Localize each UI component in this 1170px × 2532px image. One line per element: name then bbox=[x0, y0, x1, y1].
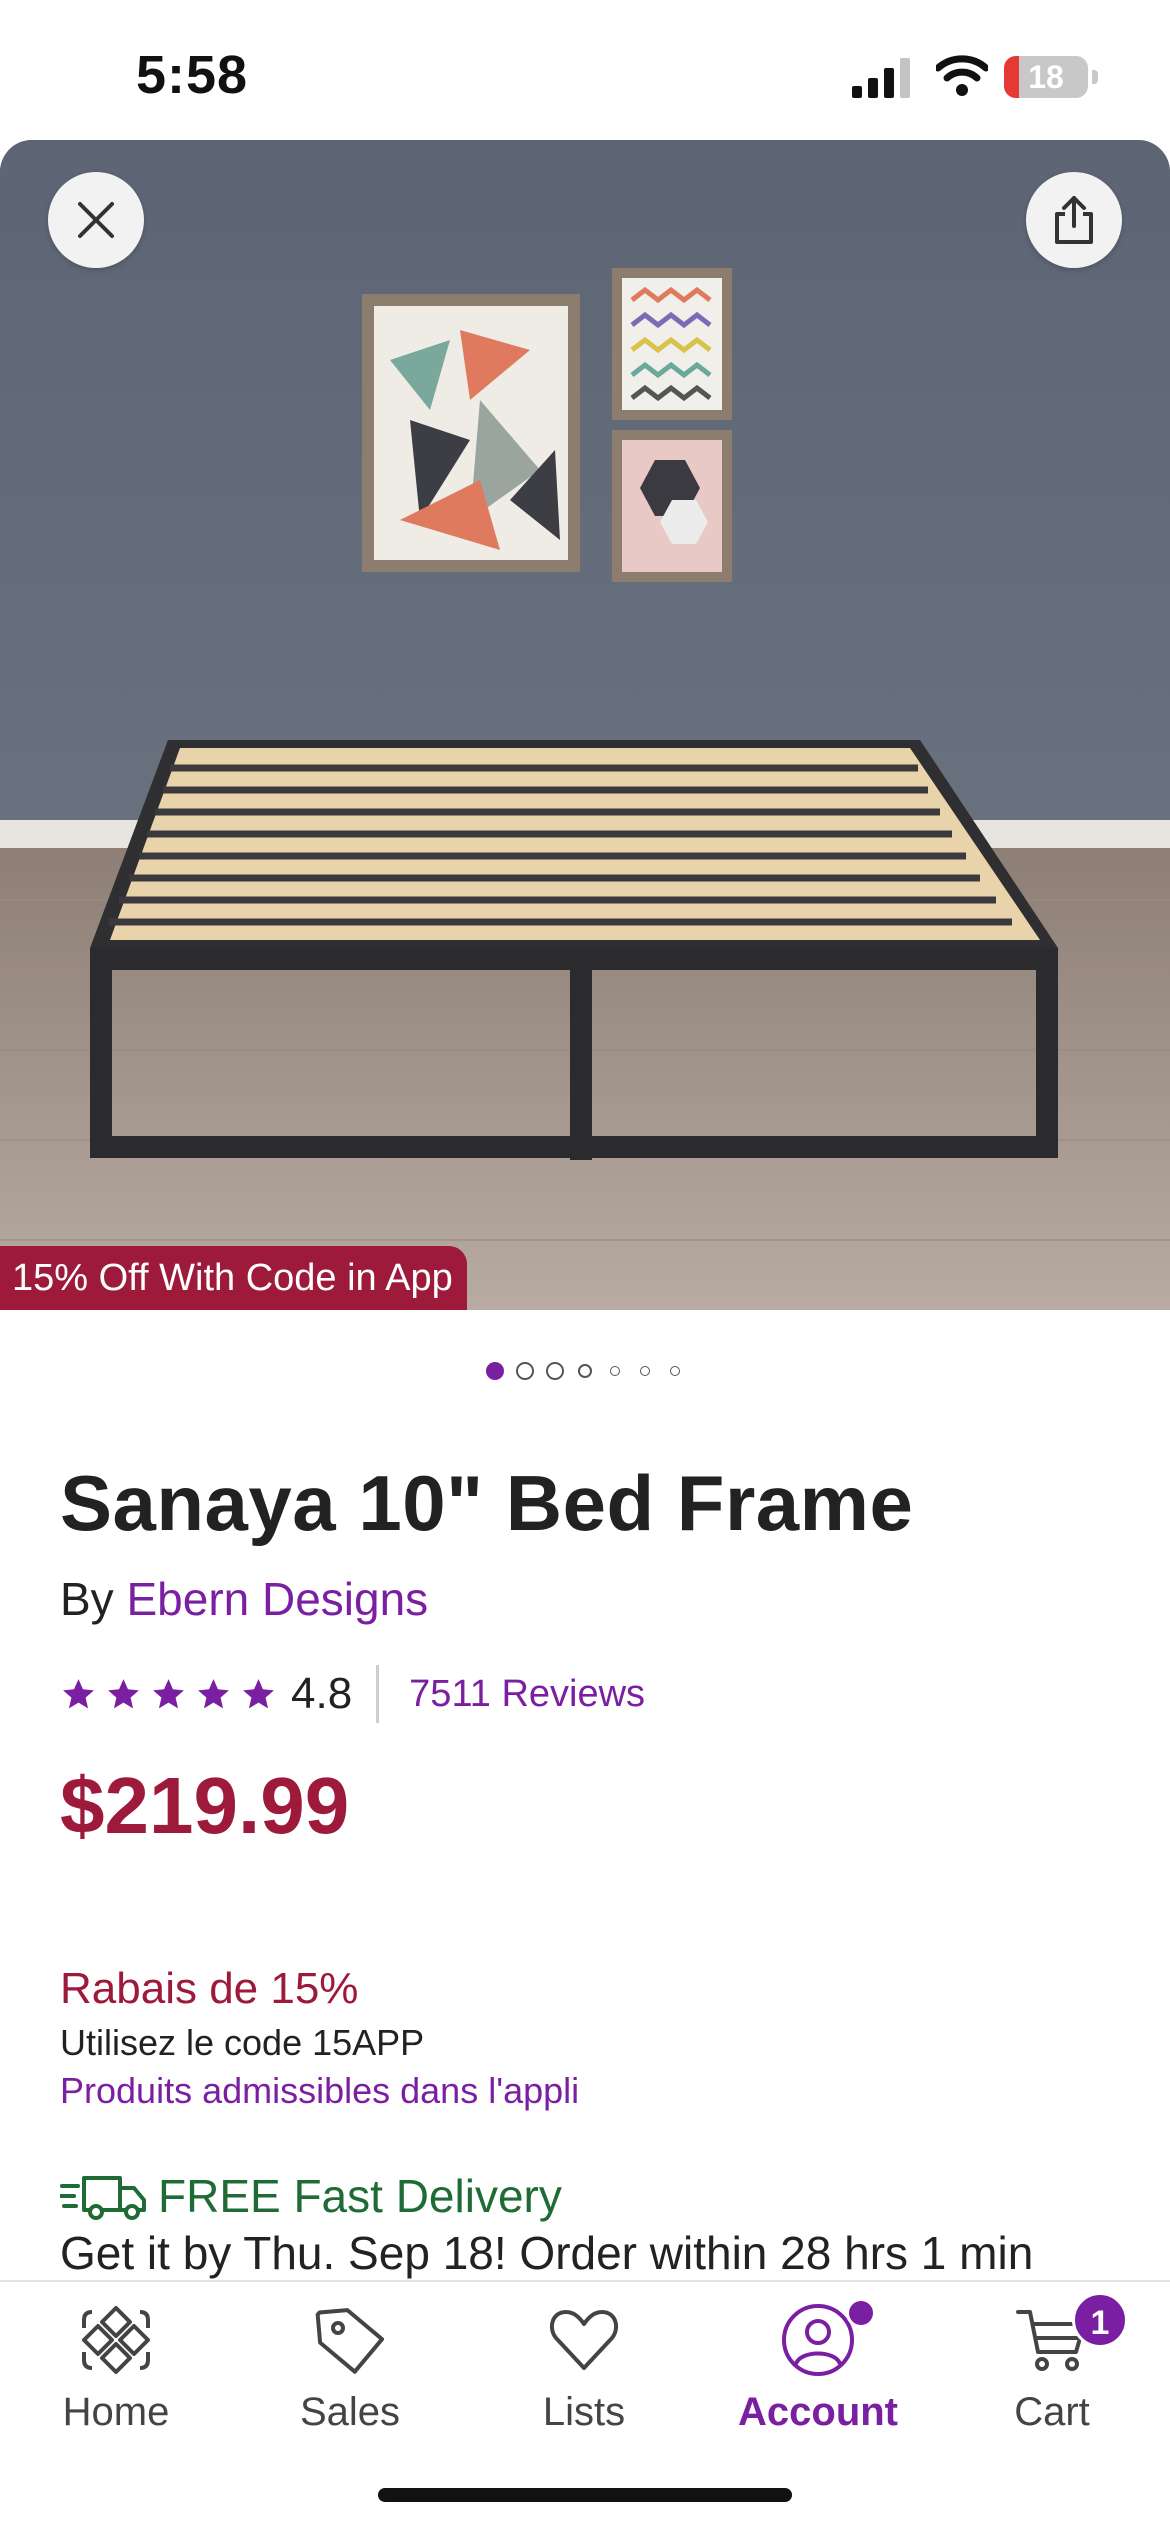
delivery-row: FREE Fast Delivery bbox=[60, 2168, 562, 2224]
nav-sales[interactable]: Sales bbox=[250, 2302, 450, 2452]
nav-cart[interactable]: 1 Cart bbox=[952, 2292, 1152, 2452]
pagination-dot[interactable] bbox=[578, 1364, 592, 1378]
account-icon bbox=[782, 2304, 854, 2376]
carousel-pagination[interactable] bbox=[0, 1356, 1170, 1386]
product-price: $219.99 bbox=[60, 1761, 350, 1850]
close-button[interactable] bbox=[48, 172, 144, 268]
brand-byline: By Ebern Designs bbox=[60, 1572, 428, 1626]
product-title: Sanaya 10" Bed Frame bbox=[60, 1459, 914, 1547]
discount-title: Rabais de 15% bbox=[60, 1964, 359, 2013]
by-prefix: By bbox=[60, 1573, 114, 1625]
promo-badge: 15% Off With Code in App bbox=[0, 1246, 467, 1310]
battery-level: 18 bbox=[1028, 59, 1064, 95]
pagination-dot[interactable] bbox=[640, 1366, 650, 1376]
tag-icon bbox=[315, 2308, 385, 2374]
brand-link[interactable]: Ebern Designs bbox=[126, 1573, 428, 1625]
status-time: 5:58 bbox=[136, 45, 249, 105]
star-icon bbox=[243, 1678, 274, 1708]
heart-icon bbox=[549, 2310, 619, 2370]
pagination-dot[interactable] bbox=[546, 1362, 564, 1380]
star-icon bbox=[108, 1678, 139, 1708]
discount-code: Utilisez le code 15APP bbox=[60, 2022, 425, 2063]
share-icon bbox=[1055, 196, 1093, 244]
screen: 5:58 18 15% Off With Code in App Sanaya … bbox=[0, 0, 1170, 2532]
nav-label-home: Home bbox=[62, 2390, 170, 2434]
pagination-dot[interactable] bbox=[610, 1366, 620, 1376]
pagination-dot-active[interactable] bbox=[486, 1362, 504, 1380]
star-icon bbox=[153, 1678, 184, 1708]
status-bar: 5:58 18 bbox=[0, 0, 1170, 140]
home-indicator bbox=[378, 2488, 792, 2502]
share-button[interactable] bbox=[1026, 172, 1122, 268]
cellular-signal-icon bbox=[852, 58, 910, 98]
star-icon bbox=[198, 1678, 229, 1708]
cart-count-badge: 1 bbox=[1072, 2292, 1128, 2348]
account-notification-dot bbox=[846, 2298, 876, 2328]
nav-label-lists: Lists bbox=[542, 2390, 626, 2434]
home-icon bbox=[82, 2306, 150, 2374]
pagination-dot[interactable] bbox=[516, 1362, 534, 1380]
star-rating bbox=[60, 1676, 277, 1713]
delivery-title: FREE Fast Delivery bbox=[158, 2170, 562, 2222]
product-image-carousel[interactable]: 15% Off With Code in App bbox=[0, 140, 1170, 1310]
nav-label-sales: Sales bbox=[299, 2390, 401, 2434]
rating-value: 4.8 bbox=[291, 1669, 353, 1718]
rating-divider bbox=[376, 1665, 380, 1723]
pagination-dot[interactable] bbox=[670, 1366, 680, 1376]
nav-label-cart: Cart bbox=[1014, 2390, 1090, 2434]
delivery-truck-icon bbox=[60, 2176, 146, 2220]
wifi-icon bbox=[936, 55, 988, 96]
nav-lists[interactable]: Lists bbox=[484, 2302, 684, 2452]
eligible-products-link[interactable]: Produits admissibles dans l'appli bbox=[60, 2070, 579, 2112]
nav-label-account: Account bbox=[738, 2390, 898, 2434]
reviews-link[interactable]: 7511 Reviews bbox=[409, 1673, 645, 1716]
close-icon bbox=[78, 202, 114, 238]
star-icon bbox=[63, 1678, 94, 1708]
product-photo bbox=[0, 140, 1170, 1310]
nav-account[interactable]: Account bbox=[718, 2298, 918, 2452]
battery-icon: 18 bbox=[1004, 56, 1098, 98]
delivery-eta: Get it by Thu. Sep 18! Order within 28 h… bbox=[60, 2227, 1034, 2279]
nav-home[interactable]: Home bbox=[16, 2302, 216, 2452]
rating-row: 4.8 7511 Reviews bbox=[60, 1665, 645, 1723]
